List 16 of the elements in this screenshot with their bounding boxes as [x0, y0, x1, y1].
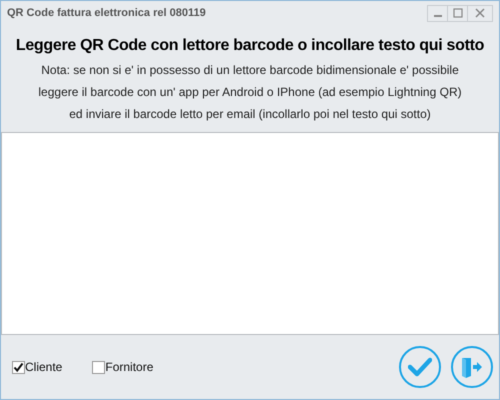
confirm-button[interactable]: [399, 346, 441, 388]
note-text: Nota: se non si e' in possesso di un lettore barcode bidimensionale e' possibile: [41, 62, 459, 79]
checkbox-label[interactable]: Fornitore: [105, 358, 154, 376]
window-title: QR Code fattura elettronica rel 080119: [7, 6, 206, 21]
checkbox[interactable]: [92, 360, 106, 374]
exit-button[interactable]: [451, 346, 493, 388]
heading: Leggere QR Code con lettore barcode o incollare testo qui sotto: [14, 36, 486, 56]
checkmark-icon: [408, 357, 432, 377]
minimize-icon: [434, 15, 442, 17]
close-icon: [475, 8, 485, 18]
checkbox[interactable]: [12, 360, 25, 374]
exit-door-icon: [460, 356, 484, 378]
checkbox-label[interactable]: Cliente: [25, 358, 62, 376]
note-text: ed inviare il barcode letto per email (incollarlo poi nel testo qui sotto): [69, 106, 431, 123]
maximize-icon: [452, 8, 462, 18]
note-text: leggere il barcode con un' app per Android o IPhone (ad esempio Lightning QR): [38, 84, 462, 101]
